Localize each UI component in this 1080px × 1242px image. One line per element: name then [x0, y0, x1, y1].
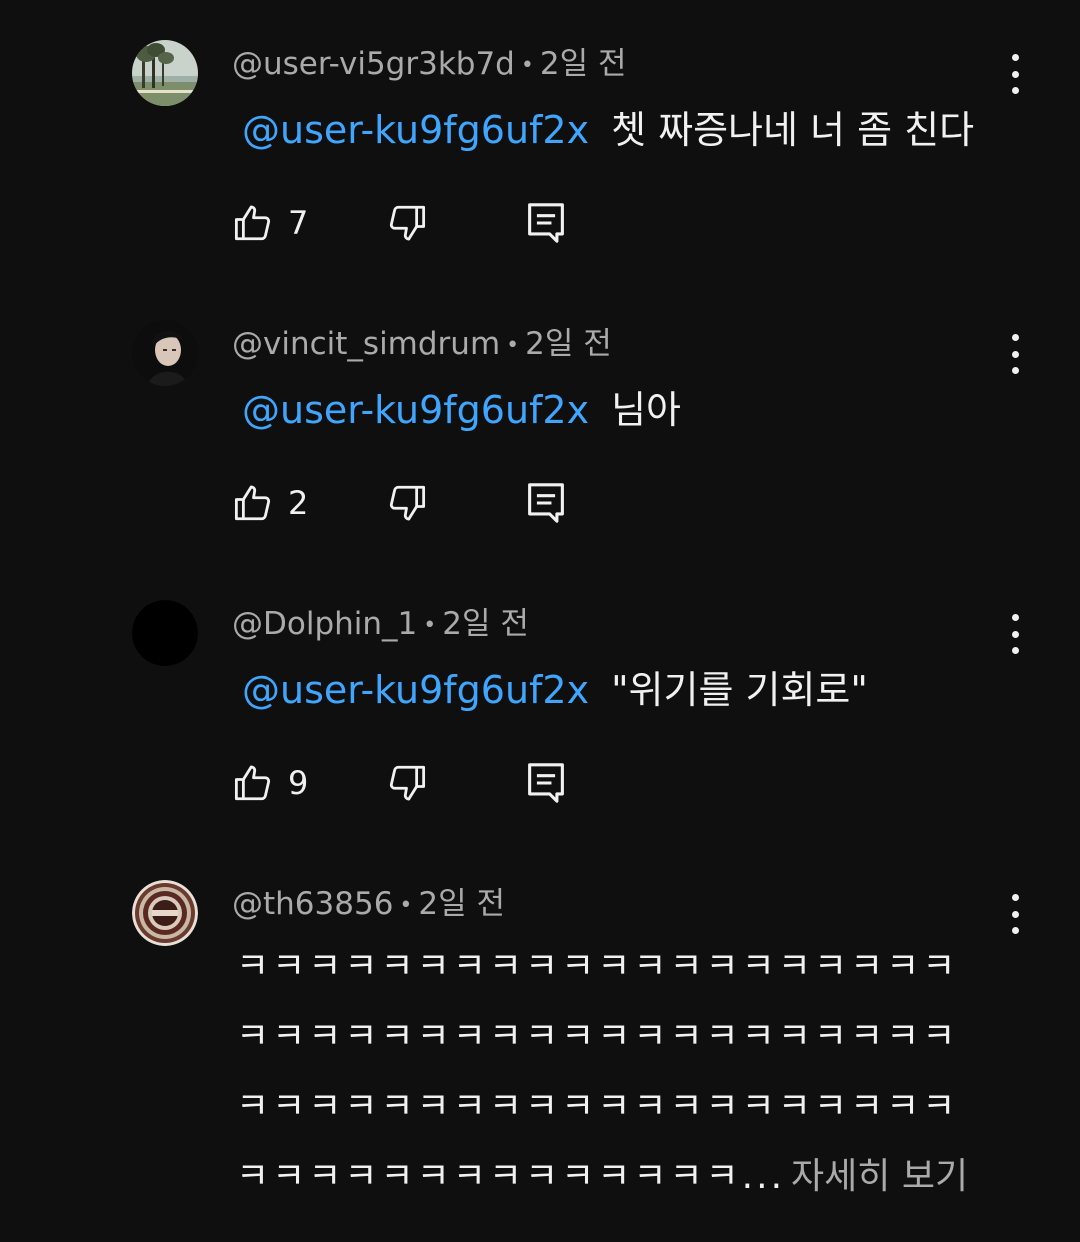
dislike-button[interactable] [386, 476, 428, 530]
more-vert-icon[interactable] [1000, 54, 1030, 94]
comment-text: 님아 [611, 388, 681, 432]
more-vert-icon[interactable] [1000, 894, 1030, 934]
comment-text-line: ㅋㅋㅋㅋㅋㅋㅋㅋㅋㅋㅋㅋㅋㅋㅋㅋㅋㅋㅋㅋ [236, 1086, 959, 1127]
avatar[interactable] [132, 40, 198, 106]
comment-meta: @th63856 • 2일 전 [232, 884, 505, 926]
comment-meta: @user-vi5gr3kb7d • 2일 전 [232, 44, 626, 86]
more-vert-icon[interactable] [1000, 614, 1030, 654]
comment-text-line: ㅋㅋㅋㅋㅋㅋㅋㅋㅋㅋㅋㅋㅋㅋ... [236, 1156, 786, 1197]
author-name[interactable]: @user-vi5gr3kb7d [232, 46, 515, 82]
like-count: 7 [288, 204, 309, 242]
comment-body: @user-ku9fg6uf2x "위기를 기회로" [242, 666, 868, 714]
reply-button[interactable] [526, 476, 566, 530]
avatar[interactable] [132, 600, 198, 666]
avatar[interactable] [132, 880, 198, 946]
comment-text: 쳇 짜증나네 너 좀 친다 [611, 108, 975, 152]
author-name[interactable]: @th63856 [232, 886, 393, 922]
comment-text-line: ㅋㅋㅋㅋㅋㅋㅋㅋㅋㅋㅋㅋㅋㅋㅋㅋㅋㅋㅋㅋ [236, 1016, 959, 1057]
like-button[interactable]: 2 [232, 476, 308, 530]
thumbs-up-icon [234, 205, 271, 241]
like-button[interactable]: 9 [232, 756, 308, 810]
author-name[interactable]: @Dolphin_1 [232, 606, 417, 642]
separator-dot: • [520, 52, 534, 78]
like-count: 9 [288, 764, 309, 802]
comment-time: 2일 전 [418, 886, 506, 922]
separator-dot: • [423, 612, 437, 638]
comment-body: @user-ku9fg6uf2x 쳇 짜증나네 너 좀 친다 [242, 106, 974, 154]
mention-link[interactable]: @user-ku9fg6uf2x [242, 388, 589, 432]
comment-meta: @Dolphin_1 • 2일 전 [232, 604, 529, 646]
like-button[interactable]: 7 [232, 196, 308, 250]
dislike-button[interactable] [386, 196, 428, 250]
thumbs-down-icon [389, 485, 426, 521]
mention-link[interactable]: @user-ku9fg6uf2x [242, 108, 589, 152]
more-vert-icon[interactable] [1000, 334, 1030, 374]
comment-text: "위기를 기회로" [611, 668, 868, 712]
comment-time: 2일 전 [525, 326, 612, 362]
reply-icon [528, 483, 564, 523]
separator-dot: • [399, 892, 413, 918]
comment-body: ㅋㅋㅋㅋㅋㅋㅋㅋㅋㅋㅋㅋㅋㅋㅋㅋㅋㅋㅋㅋ ㅋㅋㅋㅋㅋㅋㅋㅋㅋㅋㅋㅋㅋㅋㅋㅋㅋㅋㅋ… [236, 932, 996, 1212]
separator-dot: • [506, 332, 520, 358]
like-count: 2 [288, 484, 309, 522]
reply-icon [528, 763, 564, 803]
comment-time: 2일 전 [442, 606, 529, 642]
thumbs-up-icon [234, 765, 271, 801]
reply-icon [528, 203, 564, 243]
mention-link[interactable]: @user-ku9fg6uf2x [242, 668, 589, 712]
avatar[interactable] [132, 320, 198, 386]
author-name[interactable]: @vincit_simdrum [232, 326, 500, 362]
comment-body: @user-ku9fg6uf2x 님아 [242, 386, 681, 434]
reply-button[interactable] [526, 756, 566, 810]
dislike-button[interactable] [386, 756, 428, 810]
comment-meta: @vincit_simdrum • 2일 전 [232, 324, 612, 366]
thumbs-down-icon [389, 205, 426, 241]
comment-text-line: ㅋㅋㅋㅋㅋㅋㅋㅋㅋㅋㅋㅋㅋㅋㅋㅋㅋㅋㅋㅋ [236, 946, 959, 987]
thumbs-down-icon [389, 765, 426, 801]
comment-time: 2일 전 [539, 46, 627, 82]
comment-text-line-last: ㅋㅋㅋㅋㅋㅋㅋㅋㅋㅋㅋㅋㅋㅋ... 자세히 보기 [236, 1142, 996, 1212]
thumbs-up-icon [234, 485, 271, 521]
reply-button[interactable] [526, 196, 566, 250]
read-more-link[interactable]: 자세히 보기 [791, 1156, 968, 1197]
